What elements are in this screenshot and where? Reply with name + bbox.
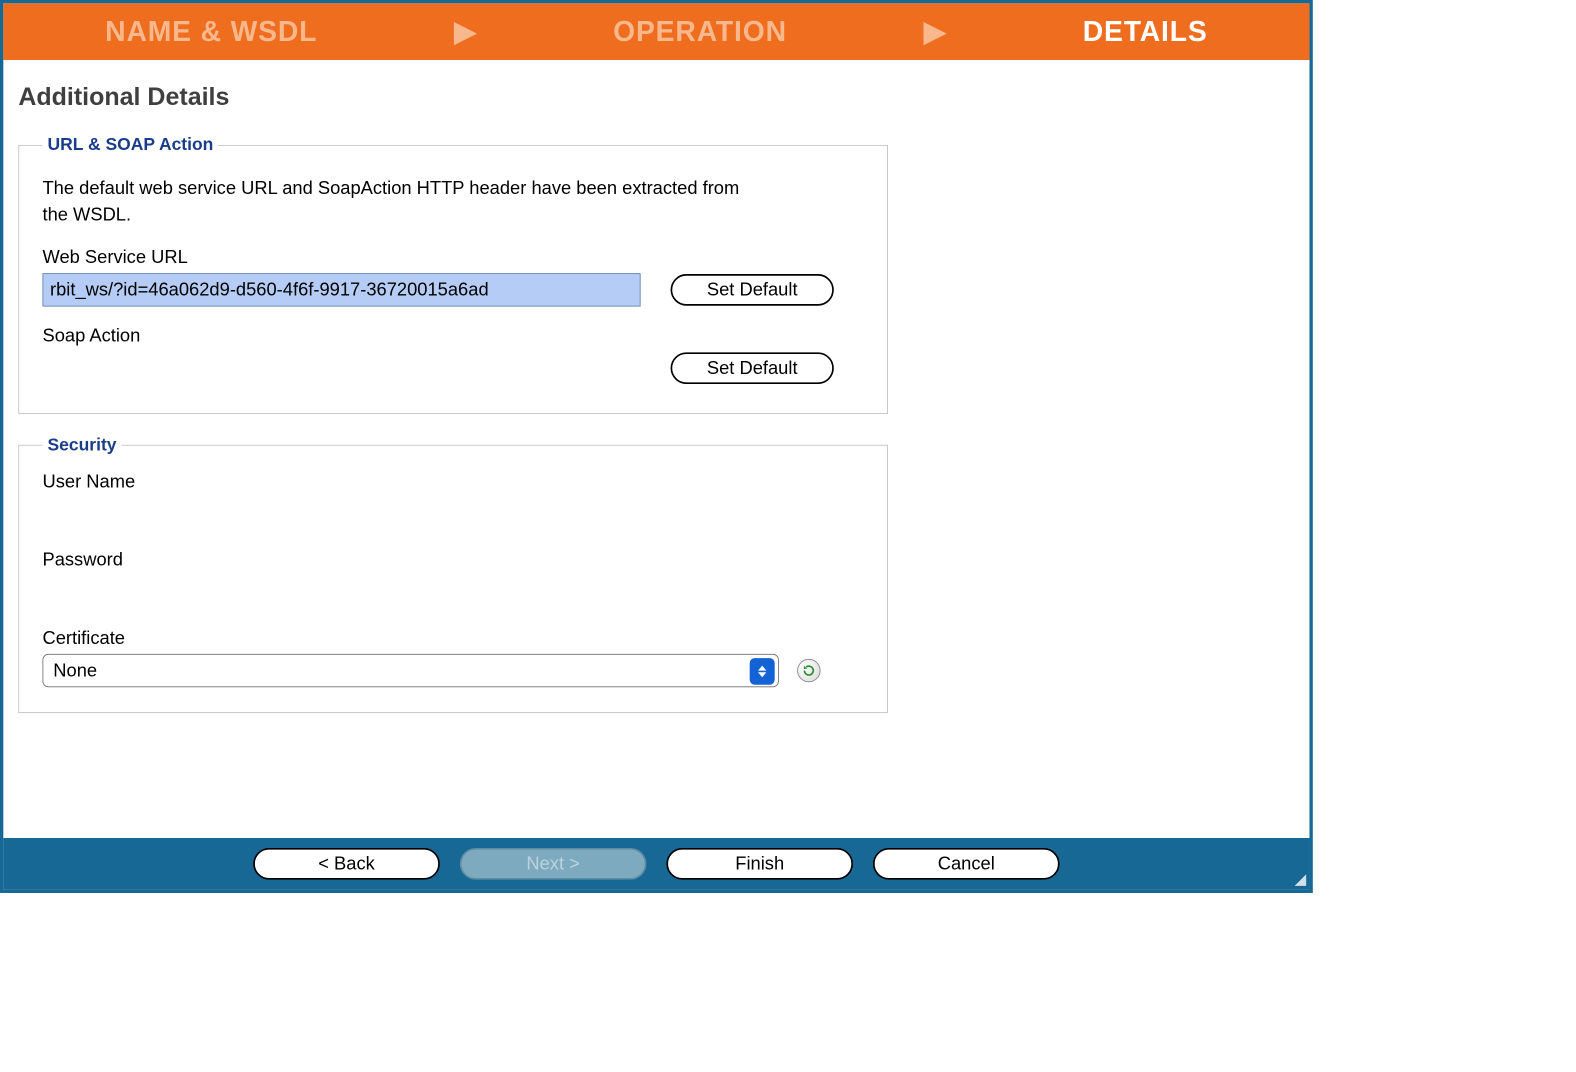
- url-soap-legend: URL & SOAP Action: [42, 135, 218, 155]
- wizard-stepper: NAME & WSDL ▶ OPERATION ▶ DETAILS: [3, 3, 1309, 60]
- soap-action-label: Soap Action: [42, 325, 863, 347]
- updown-arrows-icon: [750, 658, 775, 685]
- refresh-icon: [802, 664, 815, 677]
- url-soap-description: The default web service URL and SoapActi…: [42, 175, 742, 228]
- certificate-select[interactable]: None: [42, 654, 778, 687]
- certificate-label: Certificate: [42, 627, 863, 649]
- next-button: Next >: [460, 848, 647, 880]
- web-service-url-set-default-button[interactable]: Set Default: [671, 274, 834, 306]
- web-service-url-row: Set Default: [42, 273, 863, 306]
- password-input[interactable]: [42, 575, 837, 608]
- content-area: Additional Details URL & SOAP Action The…: [3, 60, 1309, 838]
- back-button[interactable]: < Back: [253, 848, 440, 880]
- finish-button[interactable]: Finish: [666, 848, 853, 880]
- step-name-wsdl[interactable]: NAME & WSDL: [105, 15, 317, 47]
- chevron-right-icon: ▶: [924, 15, 946, 48]
- web-service-url-label: Web Service URL: [42, 246, 863, 268]
- certificate-refresh-button[interactable]: [797, 659, 820, 682]
- certificate-row: None: [42, 654, 863, 687]
- wizard-footer: < Back Next > Finish Cancel ◢: [3, 838, 1309, 890]
- soap-action-input[interactable]: [42, 351, 640, 384]
- wizard-window: NAME & WSDL ▶ OPERATION ▶ DETAILS Additi…: [0, 0, 1313, 893]
- step-details[interactable]: DETAILS: [1083, 15, 1208, 47]
- web-service-url-input[interactable]: [42, 273, 640, 306]
- step-operation[interactable]: OPERATION: [613, 15, 787, 47]
- password-label: Password: [42, 549, 863, 571]
- user-name-input[interactable]: [42, 497, 837, 530]
- cancel-button[interactable]: Cancel: [873, 848, 1060, 880]
- resize-grip-icon[interactable]: ◢: [1295, 870, 1307, 887]
- certificate-value: None: [53, 660, 97, 682]
- url-soap-group: URL & SOAP Action The default web servic…: [18, 135, 888, 414]
- security-group: Security User Name Password Certificate …: [18, 435, 888, 712]
- page-title: Additional Details: [18, 83, 1294, 111]
- soap-action-set-default-button[interactable]: Set Default: [671, 352, 834, 384]
- security-legend: Security: [42, 435, 121, 455]
- soap-action-row: Set Default: [42, 351, 863, 384]
- chevron-right-icon: ▶: [454, 15, 476, 48]
- user-name-label: User Name: [42, 470, 863, 492]
